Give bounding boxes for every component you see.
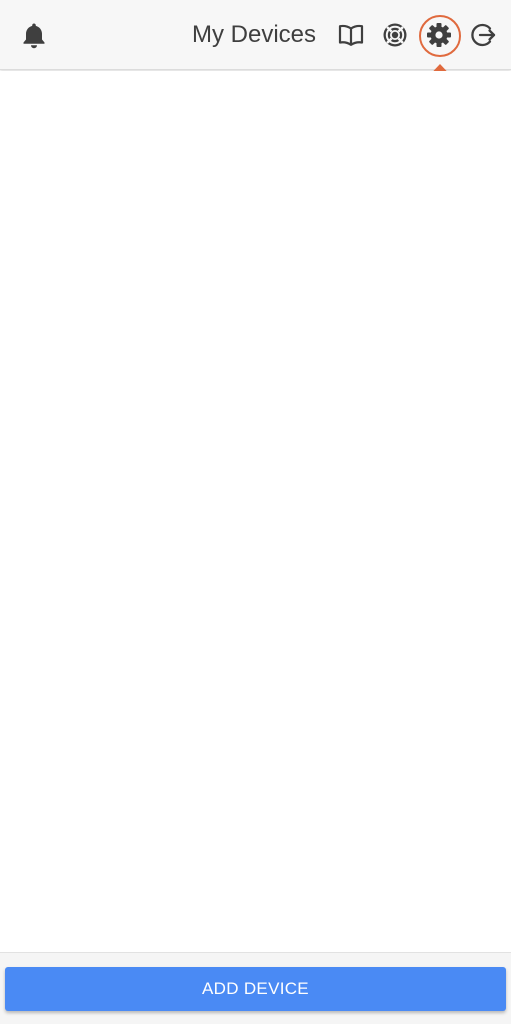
app-window: My Devices ADD DEVICE: [0, 0, 511, 1024]
logout-button[interactable]: [465, 17, 501, 53]
device-list: [0, 71, 511, 951]
settings-icon: [425, 21, 453, 49]
bell-icon: [21, 21, 47, 49]
book-icon: [337, 22, 365, 48]
bottom-bar: ADD DEVICE: [0, 952, 511, 1024]
settings-button[interactable]: [421, 17, 457, 53]
manual-button[interactable]: [333, 17, 369, 53]
add-device-button[interactable]: ADD DEVICE: [5, 967, 506, 1011]
help-button[interactable]: [377, 17, 413, 53]
logout-icon: [469, 21, 497, 49]
top-app-bar: My Devices: [0, 0, 511, 70]
page-title: My Devices: [192, 21, 317, 48]
notifications-button[interactable]: [16, 17, 52, 53]
help-icon: [381, 21, 409, 49]
